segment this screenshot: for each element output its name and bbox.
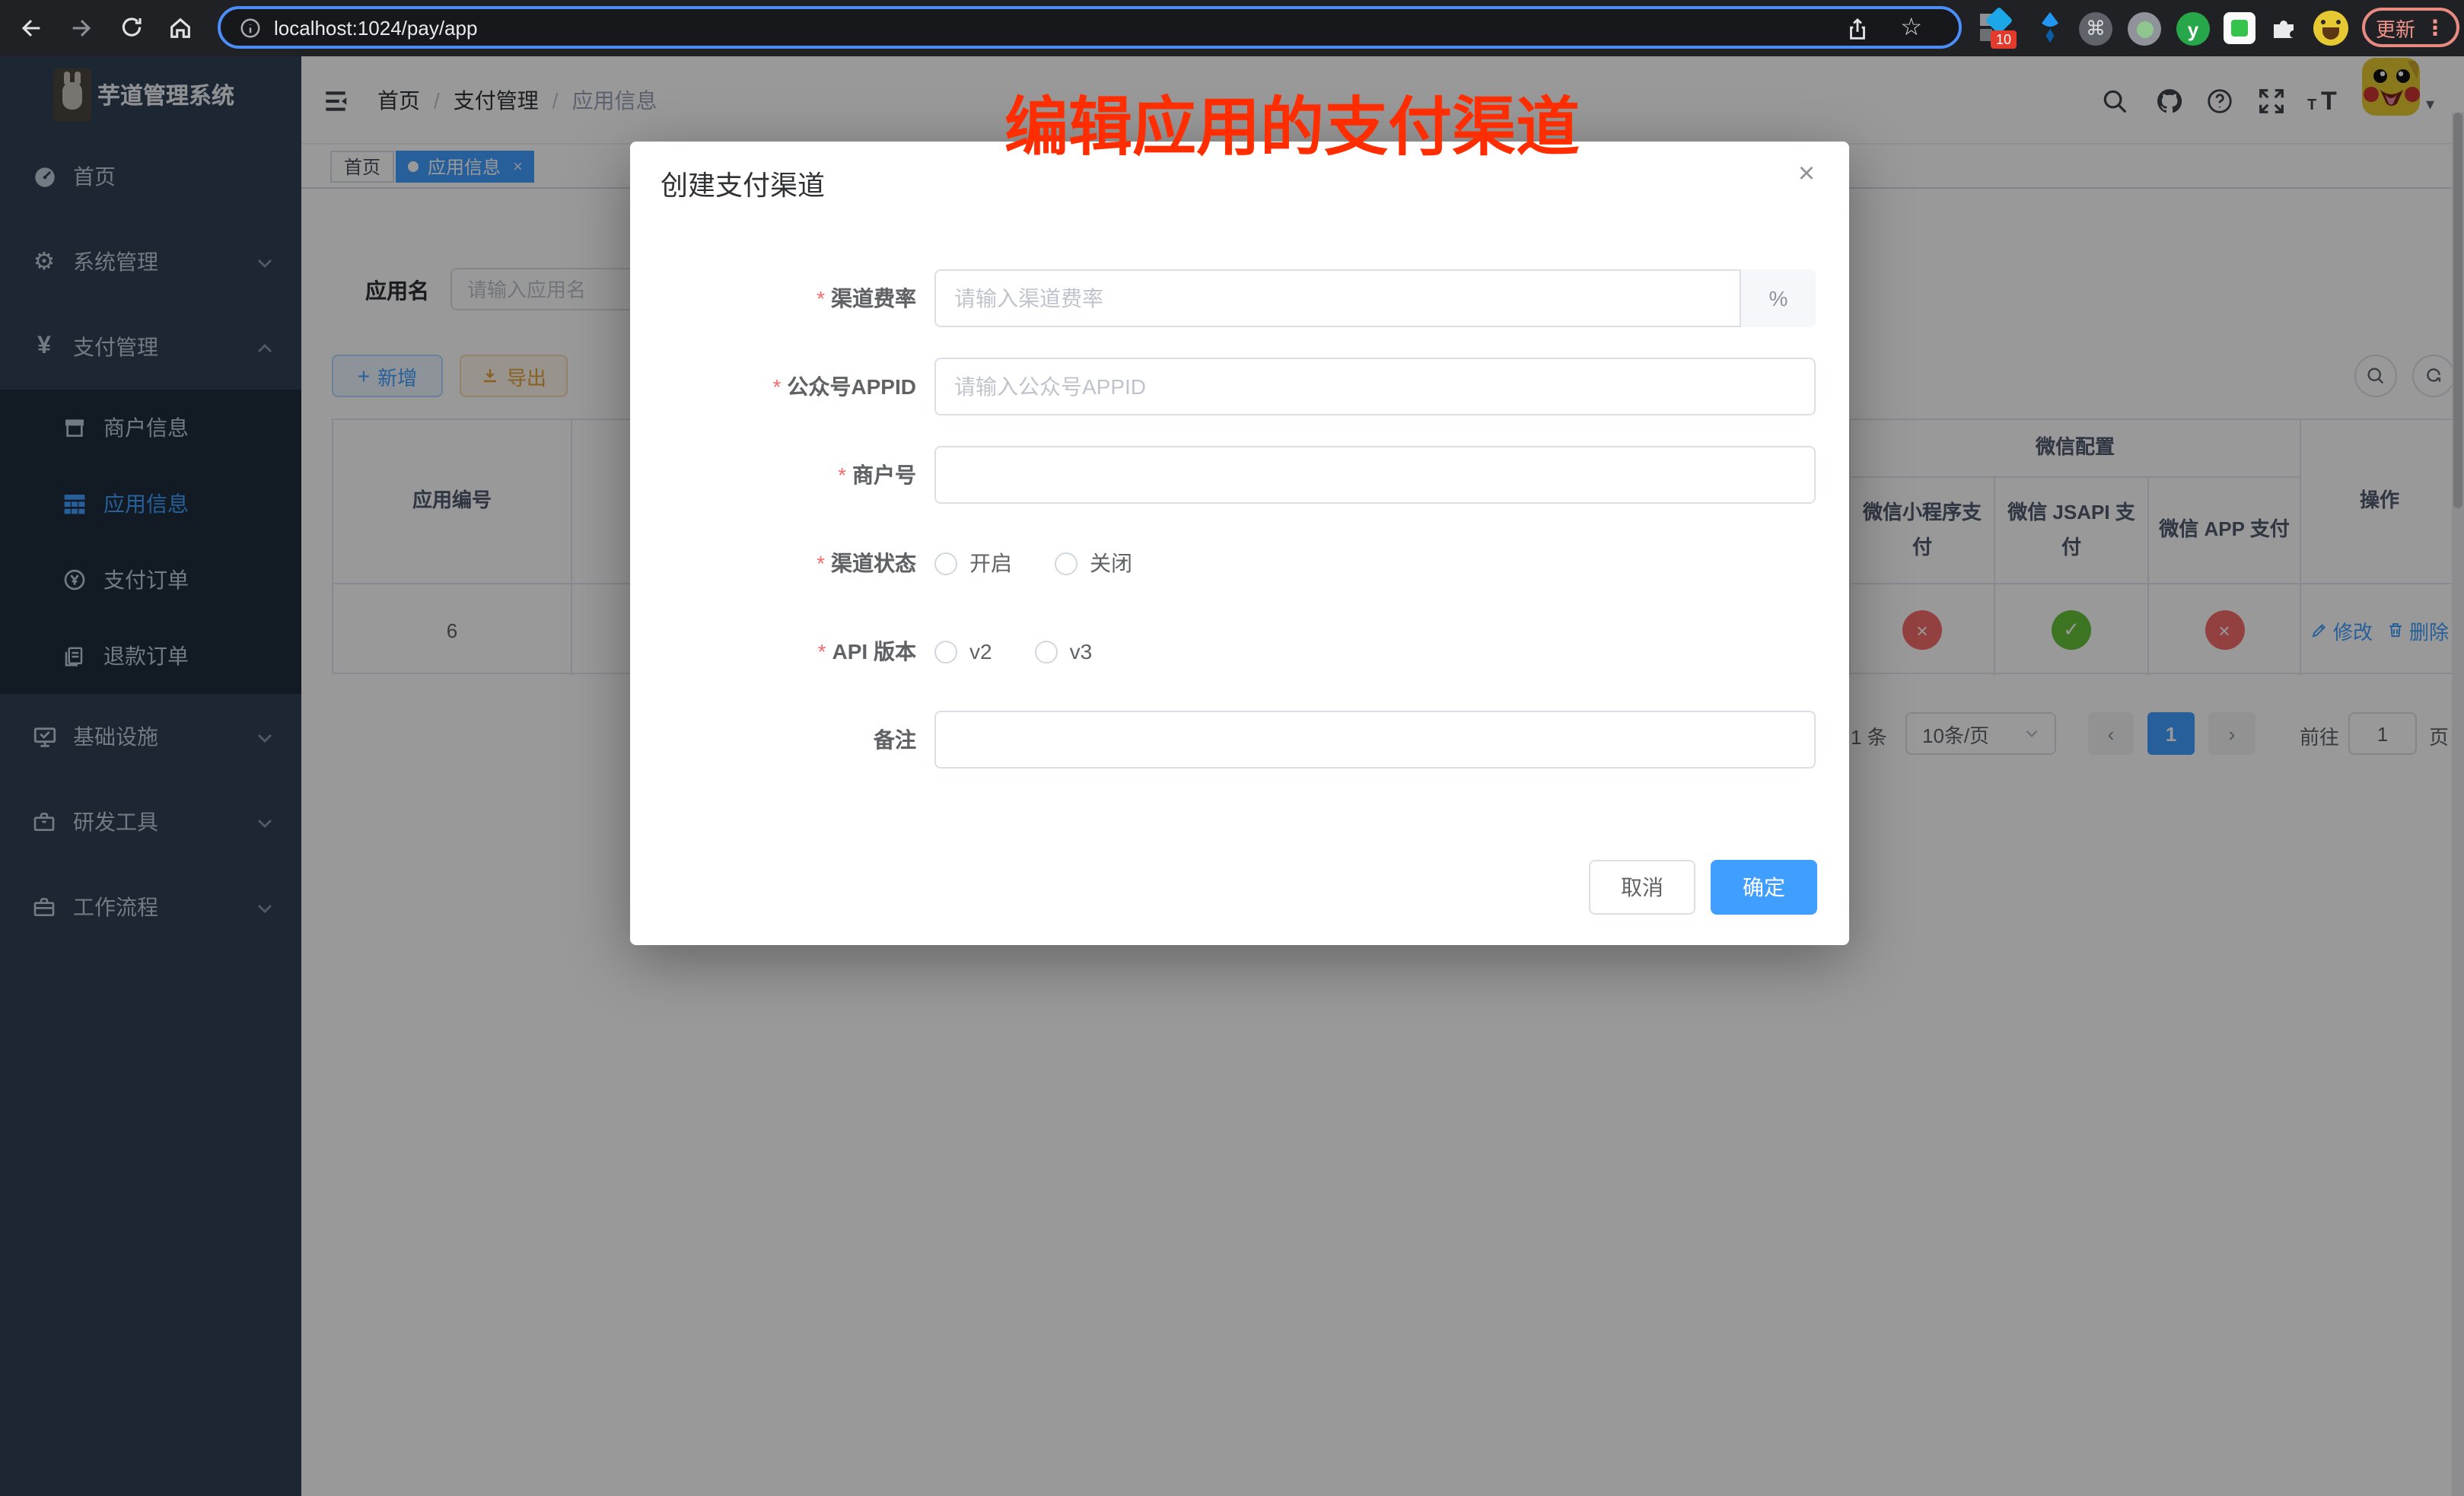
radio-status-disabled[interactable]: 关闭 — [1055, 534, 1132, 592]
dialog-close-icon[interactable]: × — [1788, 157, 1825, 193]
extension-emoji-icon[interactable] — [2313, 11, 2348, 46]
extension-y-circle-icon[interactable]: y — [2176, 12, 2210, 46]
form-row-api-version: *API 版本 v2 v3 — [630, 622, 1849, 680]
extension-diamond-icon[interactable]: 10 — [1980, 11, 2017, 47]
required-star: * — [773, 374, 782, 399]
required-star: * — [817, 286, 825, 310]
browser-back-icon[interactable] — [15, 12, 47, 44]
appid-label: 公众号APPID — [787, 374, 916, 399]
dialog-title: 创建支付渠道 — [661, 164, 825, 204]
browser-home-icon[interactable] — [164, 12, 196, 44]
create-pay-channel-dialog: 创建支付渠道 × *渠道费率 % *公众号APPID *商户号 *渠道状 — [630, 142, 1849, 945]
browser-menu-icon[interactable]: ⋮ — [2424, 14, 2446, 40]
browser-reload-icon[interactable] — [116, 12, 148, 44]
confirm-button[interactable]: 确定 — [1711, 860, 1817, 915]
form-row-merchant-no: *商户号 — [630, 446, 1849, 504]
extension-chat-icon[interactable] — [2224, 12, 2255, 44]
extension-command-icon[interactable]: ⌘ — [2079, 12, 2112, 46]
annotation-text: 编辑应用的支付渠道 — [1004, 76, 1580, 169]
required-star: * — [818, 639, 826, 664]
form-row-remark: 备注 — [630, 711, 1849, 769]
fee-rate-input[interactable] — [934, 269, 1816, 327]
radio-status-enabled[interactable]: 开启 — [934, 534, 1012, 592]
browser-forward-icon[interactable] — [65, 12, 97, 44]
merchant-no-label: 商户号 — [852, 463, 916, 487]
form-row-fee-rate: *渠道费率 % — [630, 269, 1849, 327]
required-star: * — [838, 463, 846, 487]
extension-pen-icon[interactable] — [2035, 11, 2065, 52]
radio-circle-icon — [934, 552, 957, 575]
form-row-appid: *公众号APPID — [630, 358, 1849, 415]
extension-puzzle-icon[interactable] — [2269, 12, 2300, 50]
fee-rate-suffix: % — [1740, 269, 1816, 327]
browser-update-button[interactable]: 更新 ⋮ — [2362, 8, 2459, 47]
radio-api-v2[interactable]: v2 — [934, 622, 992, 680]
url-text: localhost:1024/pay/app — [274, 16, 477, 39]
extension-badge: 10 — [1991, 30, 2017, 49]
channel-status-label: 渠道状态 — [831, 551, 916, 575]
address-bar[interactable]: localhost:1024/pay/app ☆ — [218, 6, 1962, 49]
remark-input[interactable] — [934, 711, 1816, 769]
form-row-channel-status: *渠道状态 开启 关闭 — [630, 534, 1849, 592]
share-icon[interactable] — [1845, 17, 1870, 50]
browser-toolbar: localhost:1024/pay/app ☆ 10 ⌘ y — [0, 0, 2464, 56]
api-version-label: API 版本 — [832, 639, 916, 664]
extension-grey-circle-icon[interactable] — [2128, 12, 2161, 46]
radio-circle-icon — [934, 640, 957, 663]
fee-rate-label: 渠道费率 — [831, 286, 916, 310]
radio-api-v3[interactable]: v3 — [1035, 622, 1093, 680]
remark-label: 备注 — [874, 727, 916, 752]
update-label: 更新 — [2376, 13, 2415, 42]
radio-circle-icon — [1055, 552, 1078, 575]
screen: localhost:1024/pay/app ☆ 10 ⌘ y — [0, 0, 2464, 1496]
appid-input[interactable] — [934, 358, 1816, 415]
site-info-icon[interactable] — [239, 16, 262, 39]
bookmark-star-icon[interactable]: ☆ — [1900, 12, 1922, 43]
radio-circle-icon — [1035, 640, 1058, 663]
required-star: * — [817, 551, 825, 575]
cancel-button[interactable]: 取消 — [1589, 860, 1695, 915]
merchant-no-input[interactable] — [934, 446, 1816, 504]
